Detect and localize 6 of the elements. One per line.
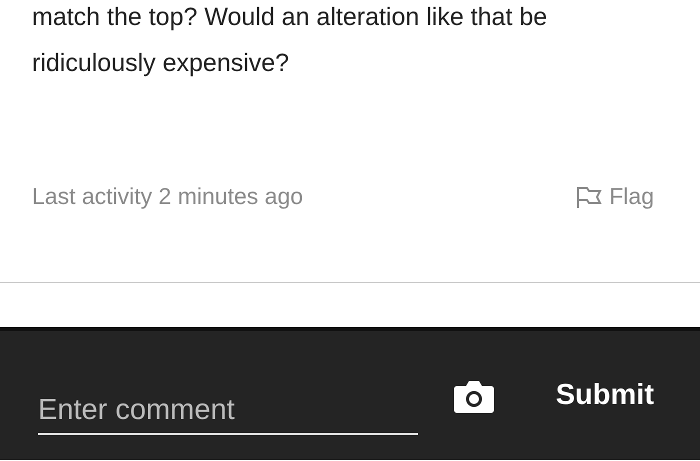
question-text: match the top? Would an alteration like that be ridiculously expensive?: [32, 2, 548, 79]
flag-icon: [575, 184, 604, 208]
comment-field[interactable]: Enter comment: [38, 394, 418, 435]
submit-button[interactable]: Submit: [556, 379, 654, 412]
activity-text: Last activity 2 minutes ago: [32, 183, 304, 210]
camera-icon[interactable]: [452, 378, 496, 414]
